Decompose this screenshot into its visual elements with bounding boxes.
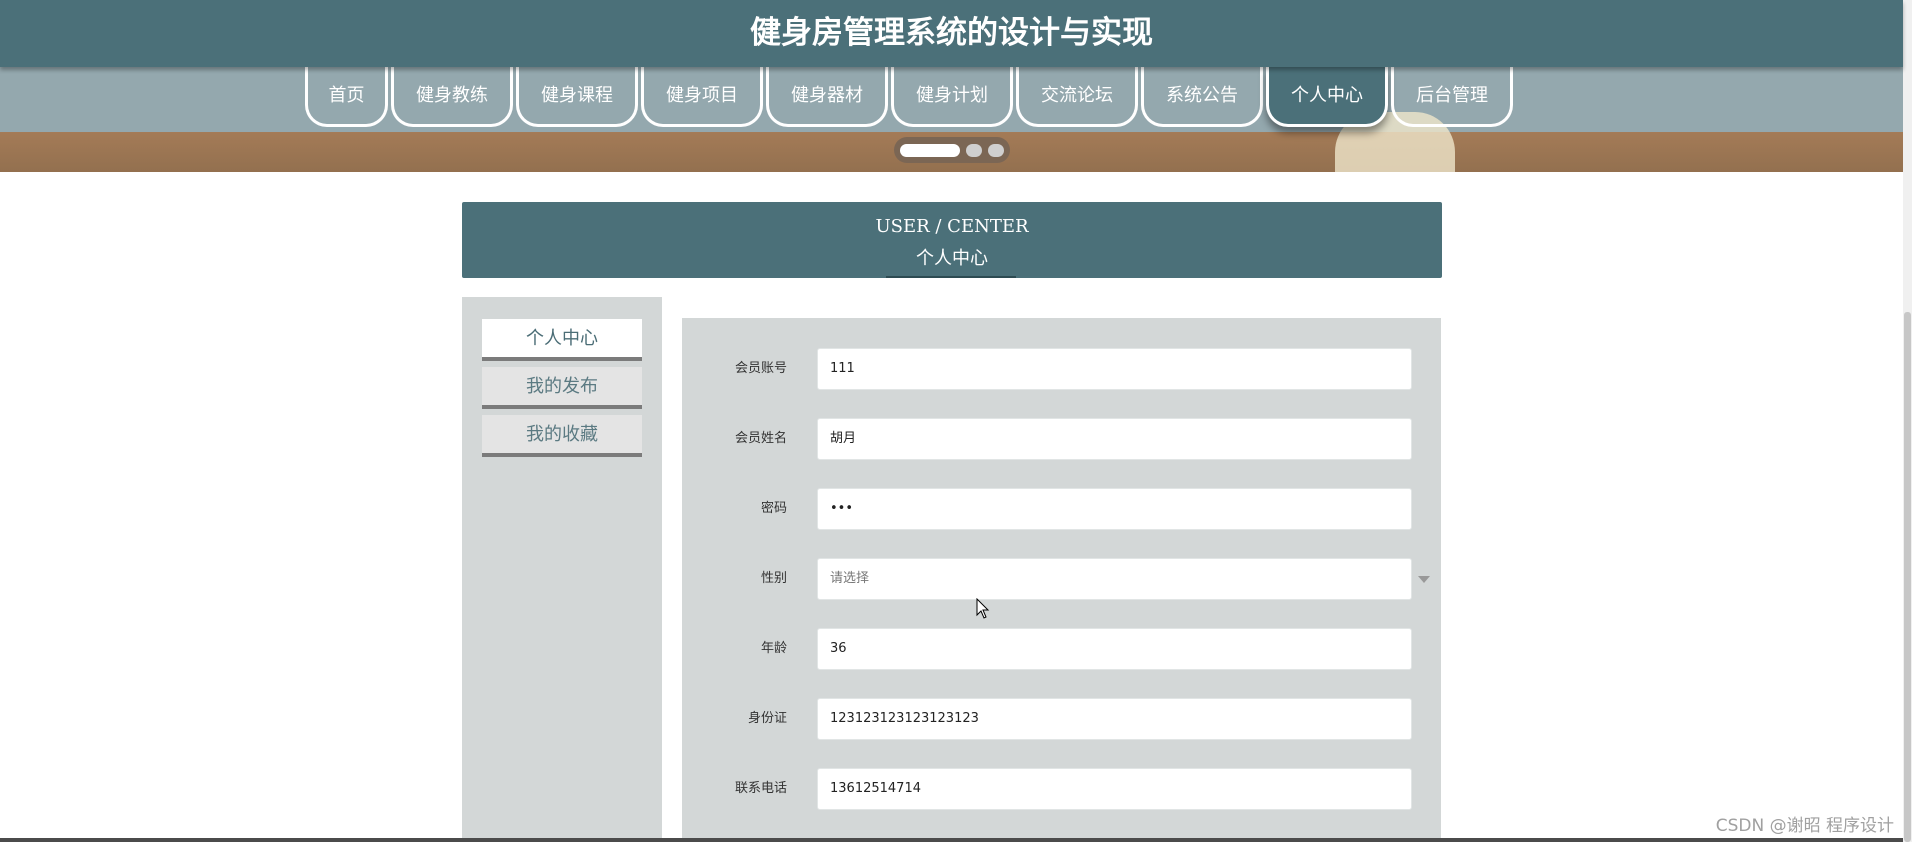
form-row-gender: 性别 请选择 — [682, 558, 1441, 600]
section-title-en: USER / CENTER — [875, 216, 1029, 237]
watermark: CSDN @谢昭 程序设计 — [1715, 816, 1894, 836]
section-underline — [886, 276, 1016, 278]
page-scrollbar[interactable] — [1903, 0, 1912, 842]
nav-item-admin[interactable]: 后台管理 — [1391, 67, 1513, 127]
id-card-label: 身份证 — [747, 711, 787, 726]
nav-item-courses[interactable]: 健身课程 — [516, 67, 638, 127]
section-header: USER / CENTER 个人中心 — [462, 202, 1442, 278]
account-label: 会员账号 — [734, 361, 787, 376]
nav-item-projects[interactable]: 健身项目 — [641, 67, 763, 127]
mouse-cursor-icon — [976, 598, 990, 619]
sidebar: 个人中心 我的发布 我的收藏 — [462, 297, 662, 842]
nav-item-plans[interactable]: 健身计划 — [891, 67, 1013, 127]
site-header: 健身房管理系统的设计与实现 — [0, 0, 1903, 67]
form-row-age: 年龄 36 — [682, 628, 1441, 670]
bottom-edge — [0, 838, 1903, 842]
password-input[interactable]: ••• — [817, 488, 1412, 530]
chevron-down-icon — [1418, 576, 1430, 583]
site-title: 健身房管理系统的设计与实现 — [750, 15, 1153, 51]
form-row-name: 会员姓名 胡月 — [682, 418, 1441, 460]
sidebar-item-my-favorites[interactable]: 我的收藏 — [482, 415, 642, 457]
nav-item-coaches[interactable]: 健身教练 — [391, 67, 513, 127]
id-card-input[interactable]: 123123123123123123 — [817, 698, 1412, 740]
gender-label: 性别 — [760, 571, 787, 586]
sidebar-item-my-posts[interactable]: 我的发布 — [482, 367, 642, 409]
nav-item-home[interactable]: 首页 — [305, 67, 388, 127]
nav-item-user-center[interactable]: 个人中心 — [1266, 67, 1388, 127]
carousel-indicators — [894, 137, 1010, 163]
carousel-dot-3[interactable] — [988, 144, 1004, 157]
carousel-dot-2[interactable] — [966, 144, 982, 157]
nav-item-equipment[interactable]: 健身器材 — [766, 67, 888, 127]
main-nav: 首页 健身教练 健身课程 健身项目 健身器材 健身计划 交流论坛 系统公告 个人… — [305, 67, 1513, 130]
carousel-dot-1[interactable] — [900, 144, 960, 157]
scrollbar-thumb[interactable] — [1904, 312, 1911, 842]
name-input[interactable]: 胡月 — [817, 418, 1412, 460]
gender-select[interactable]: 请选择 — [817, 558, 1412, 600]
nav-item-forum[interactable]: 交流论坛 — [1016, 67, 1138, 127]
phone-input[interactable]: 13612514714 — [817, 768, 1412, 810]
phone-label: 联系电话 — [734, 781, 787, 796]
name-label: 会员姓名 — [734, 431, 787, 446]
age-input[interactable]: 36 — [817, 628, 1412, 670]
password-label: 密码 — [760, 501, 787, 516]
account-input[interactable]: 111 — [817, 348, 1412, 390]
section-title-cn: 个人中心 — [916, 248, 988, 269]
form-row-phone: 联系电话 13612514714 — [682, 768, 1441, 810]
form-row-id-card: 身份证 123123123123123123 — [682, 698, 1441, 740]
form-row-password: 密码 ••• — [682, 488, 1441, 530]
age-label: 年龄 — [760, 641, 787, 656]
form-row-account: 会员账号 111 — [682, 348, 1441, 390]
profile-form: 会员账号 111 会员姓名 胡月 密码 ••• 性别 请选择 年龄 36 身份证… — [682, 318, 1441, 842]
nav-item-announcements[interactable]: 系统公告 — [1141, 67, 1263, 127]
sidebar-item-user-center[interactable]: 个人中心 — [482, 319, 642, 361]
